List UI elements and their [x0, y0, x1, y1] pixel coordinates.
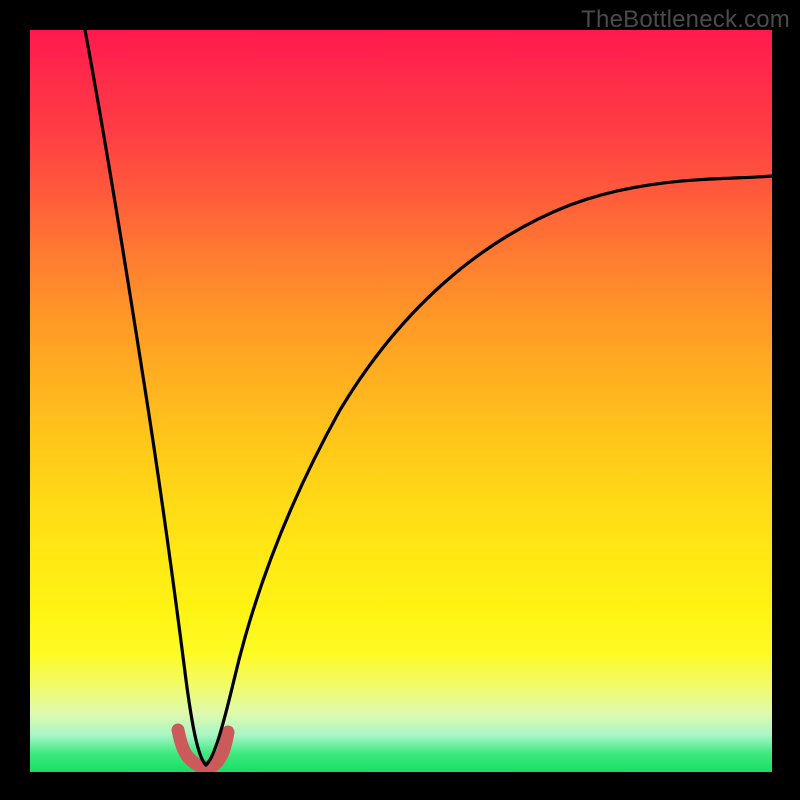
chart-frame: TheBottleneck.com [0, 0, 800, 800]
left-curve [85, 30, 206, 765]
plot-area [30, 30, 772, 772]
right-curve [206, 176, 772, 765]
curve-layer [30, 30, 772, 772]
trough-marker [178, 730, 228, 767]
